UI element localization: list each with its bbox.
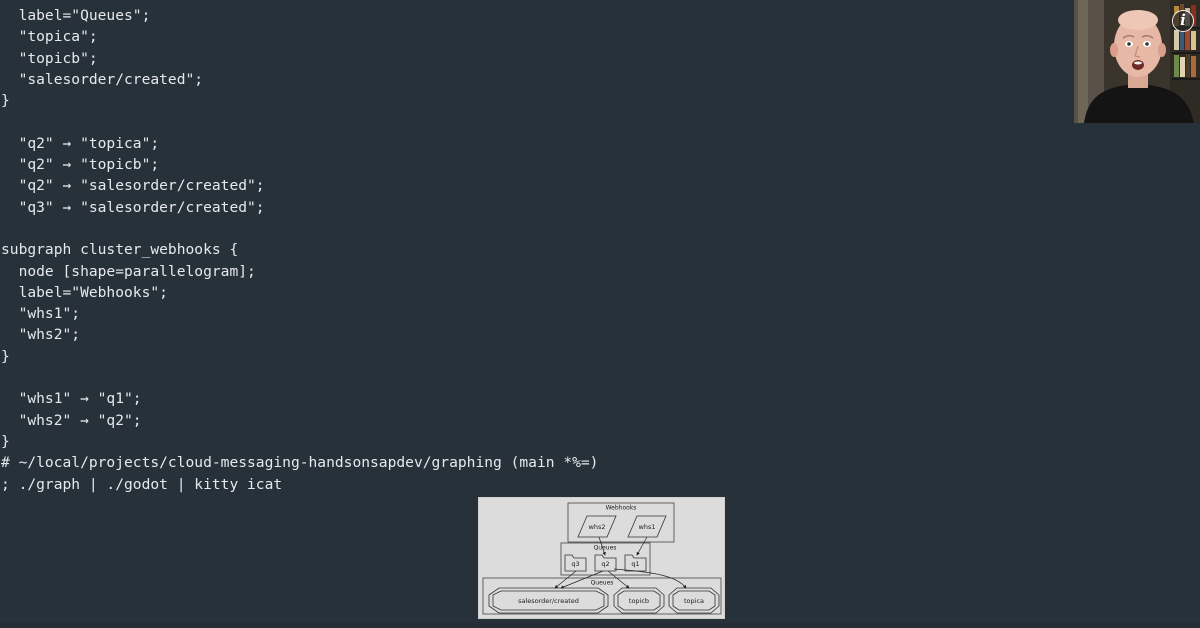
node-q1-label: q1 [631, 560, 639, 568]
graph-image: Webhooks whs2 whs1 Queues q3 q2 q1 Queue… [478, 497, 725, 619]
node-topica-label: topica [684, 597, 704, 605]
queues-cluster-bottom-label: Queues [591, 580, 614, 587]
code-line: "q2" → "salesorder/created"; [1, 177, 265, 195]
edge-q3-salesorder [554, 570, 577, 589]
code-line: label="Queues"; [1, 7, 151, 24]
code-line: "q3" → "salesorder/created"; [1, 198, 265, 216]
code-line: "whs1" → "q1"; [1, 390, 142, 408]
shell-prompt-path: # ~/local/projects/cloud-messaging-hands… [1, 454, 599, 472]
code-line: } [1, 347, 10, 365]
node-whs1-label: whs1 [639, 523, 656, 531]
info-icon[interactable]: i [1172, 10, 1194, 32]
code-line: "topica"; [1, 28, 98, 46]
code-line: } [1, 92, 10, 110]
code-line: "whs2"; [1, 326, 81, 344]
terminal-output: label="Queues"; "topica"; "topicb"; "sal… [1, 5, 598, 495]
node-salesorder-created-label: salesorder/created [518, 597, 579, 605]
code-line: "q2" → "topicb"; [1, 156, 160, 174]
next-line-partial [0, 622, 1200, 628]
code-line: } [1, 432, 10, 450]
code-line: "topicb"; [1, 49, 98, 67]
code-line: "q2" → "topica"; [1, 134, 160, 152]
edge-whs1-q1 [636, 536, 648, 556]
shell-command: ; ./graph | ./godot | kitty icat [1, 475, 283, 493]
node-whs2-label: whs2 [589, 523, 606, 531]
code-line: subgraph cluster_webhooks { [1, 241, 239, 259]
node-q3-label: q3 [571, 560, 579, 568]
terminal-window[interactable]: label="Queues"; "topica"; "topicb"; "sal… [0, 0, 1200, 628]
graph-diagram: Webhooks whs2 whs1 Queues q3 q2 q1 Queue… [482, 502, 722, 615]
code-line: "whs2" → "q2"; [1, 411, 142, 429]
code-line: label="Webhooks"; [1, 283, 168, 301]
node-q2-label: q2 [601, 560, 609, 568]
code-line: "salesorder/created"; [1, 70, 204, 88]
code-line: node [shape=parallelogram]; [1, 262, 256, 280]
code-line: "whs1"; [1, 305, 81, 323]
node-topicb-label: topicb [629, 597, 649, 605]
queues-cluster-top-label: Queues [594, 545, 617, 552]
webhooks-cluster-label: Webhooks [606, 505, 637, 512]
webcam-overlay: i [1074, 0, 1200, 123]
